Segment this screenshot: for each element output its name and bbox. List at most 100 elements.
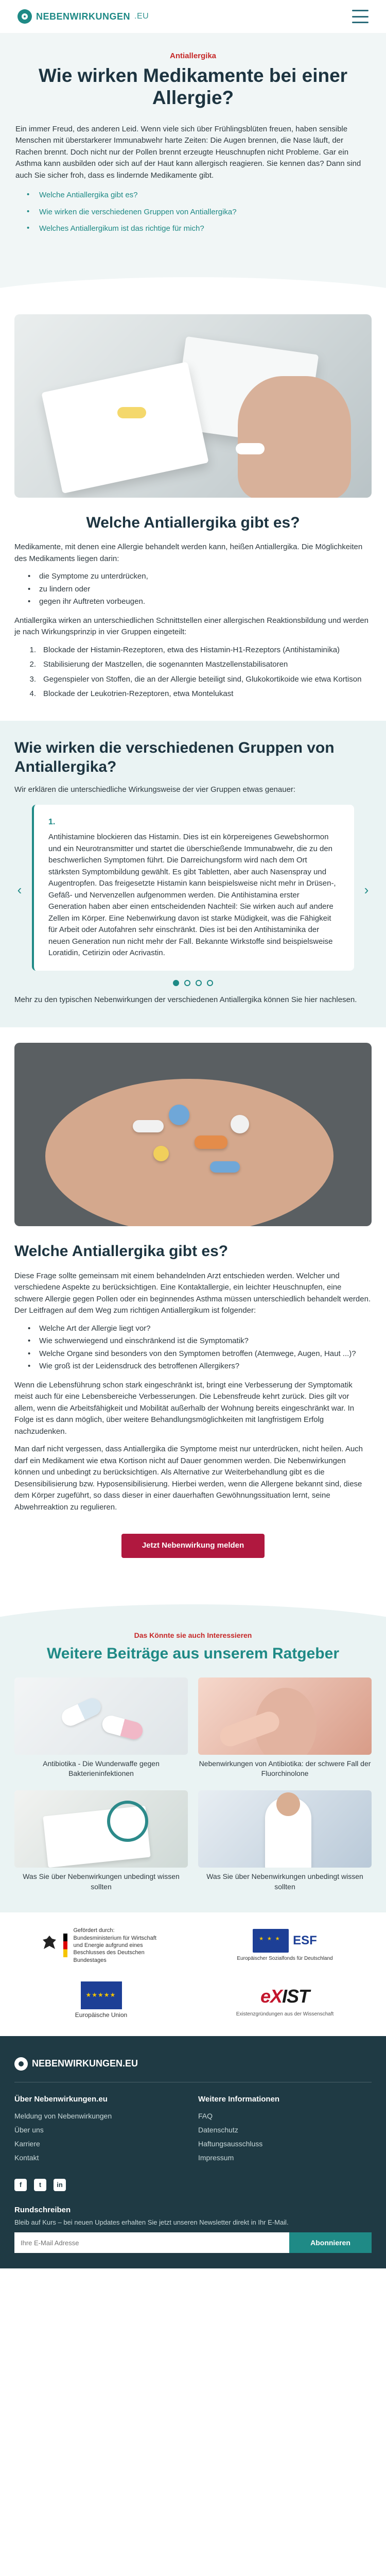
list-item: Welche Organe sind besonders von den Sym… <box>26 1348 372 1360</box>
carousel-dot[interactable] <box>207 979 213 986</box>
bullet-list: Welche Art der Allergie liegt vor? Wie s… <box>26 1323 372 1372</box>
paragraph: Antiallergika wirken an unterschiedliche… <box>14 616 369 637</box>
eu-flag-icon <box>253 1928 289 1953</box>
carousel-dot[interactable] <box>173 979 179 986</box>
footer-logo[interactable]: NEBENWIRKUNGEN.EU <box>14 2057 372 2071</box>
numbered-list: 1. Blockade der Histamin-Rezeptoren, etwa… <box>26 645 372 700</box>
footer-link[interactable]: Impressum <box>198 2153 372 2163</box>
list-item: Wie schwerwiegend und einschränkend ist … <box>26 1335 372 1347</box>
exist-logo: eXIST Existenzgründungen aus der Wissens… <box>198 1979 372 2021</box>
paragraph: Wenn die Lebensführung schon stark einge… <box>14 1380 355 1436</box>
footer-column-info: Weitere Informationen FAQ Datenschutz Ha… <box>198 2094 372 2166</box>
paragraph: Medikamente, mit denen eine Allergie beh… <box>14 543 363 563</box>
paragraph: Diese Frage sollte gemeinsam mit einem b… <box>14 1271 371 1315</box>
footer-link[interactable]: Über uns <box>14 2125 188 2136</box>
hero-eyebrow: Antiallergika <box>169 52 217 60</box>
list-item: die Symptome zu unterdrücken, <box>26 571 372 583</box>
newsletter: Rundschreiben Bleib auf Kurs – bei neuen… <box>14 2205 372 2253</box>
bullet-list: die Symptome zu unterdrücken, zu lindern… <box>26 571 372 608</box>
facebook-icon[interactable]: f <box>14 2178 27 2191</box>
german-flag-icon <box>63 1934 67 1958</box>
list-item: 4. Blockade der Leukotrien-Rezeptoren, et… <box>29 689 234 699</box>
footer-column-about: Über Nebenwirkungen.eu Meldung von Neben… <box>14 2094 188 2166</box>
related-eyebrow: Das Könnte sie auch Interessieren <box>134 1631 252 1639</box>
footer-link[interactable]: Kontakt <box>14 2153 188 2163</box>
eu-logo: Europäische Union <box>14 1979 188 2021</box>
logo-domain: .EU <box>134 12 149 21</box>
card-number: 1. <box>48 818 56 827</box>
cta-wrapper: Jetzt Nebenwirkung melden <box>14 1534 372 1558</box>
footer-column-title: Weitere Informationen <box>198 2095 280 2104</box>
paragraph: Man darf nicht vergessen, dass Antialler… <box>14 1445 363 1512</box>
eu-flag-icon <box>80 1981 122 2009</box>
section-heading: Welche Antiallergika gibt es? <box>14 1243 229 1260</box>
toc-item[interactable]: Welche Antiallergika gibt es? <box>21 189 371 201</box>
chevron-right-icon[interactable]: › <box>361 882 372 897</box>
site-footer: NEBENWIRKUNGEN.EU Über Nebenwirkungen.eu… <box>0 2036 386 2269</box>
toc-item[interactable]: Welches Antiallergikum ist das richtige … <box>21 223 371 235</box>
list-item: Wie groß ist der Leidensdruck des betrof… <box>26 1361 372 1372</box>
article-thumbnail <box>14 1790 188 1868</box>
footer-link[interactable]: Datenschutz <box>198 2125 372 2136</box>
page-title: Wie wirken Medikamente bei einer Allergi… <box>38 64 348 109</box>
footer-link[interactable]: Karriere <box>14 2139 188 2149</box>
footer-link[interactable]: Meldung von Nebenwirkungen <box>14 2111 188 2122</box>
article-title: Antibiotika - Die Wunderwaffe gegen Bakt… <box>43 1759 160 1778</box>
list-item: 3. Gegenspieler von Stoffen, die an der A… <box>29 674 362 684</box>
esf-label: ESF <box>293 1933 317 1947</box>
subscribe-button[interactable]: Abonnieren <box>289 2232 372 2253</box>
related-article-card[interactable]: Was Sie über Nebenwirkungen unbedingt wi… <box>198 1790 372 1892</box>
footer-link[interactable]: FAQ <box>198 2111 372 2122</box>
wave-divider <box>0 262 386 294</box>
related-articles: Das Könnte sie auch Interessieren Weiter… <box>0 1624 386 1913</box>
carousel-card: 1. Antihistamine blockieren das Histamin… <box>32 805 354 971</box>
carousel-dot[interactable] <box>184 979 190 986</box>
logo-text: NEBENWIRKUNGEN <box>36 11 131 22</box>
newsletter-form: Abonnieren <box>14 2232 372 2253</box>
article-thumbnail <box>198 1677 372 1755</box>
esf-logo: ESF Europäischer Sozialfonds für Deutsch… <box>198 1925 372 1966</box>
footer-link[interactable]: Haftungsausschluss <box>198 2139 372 2149</box>
eagle-icon <box>42 1934 57 1957</box>
bmwi-text: Gefördert durch: Bundesministerium für W… <box>73 1927 156 1963</box>
paragraph: Mehr zu den typischen Nebenwirkungen der… <box>14 995 357 1004</box>
site-logo[interactable]: NEBENWIRKUNGEN .EU <box>17 9 149 24</box>
exist-label: eXIST <box>260 1986 310 2007</box>
carousel-dots <box>14 979 372 986</box>
menu-hamburger-icon[interactable] <box>352 10 369 23</box>
footer-columns: Über Nebenwirkungen.eu Meldung von Neben… <box>14 2094 372 2166</box>
article-title: Was Sie über Nebenwirkungen unbedingt wi… <box>23 1872 180 1891</box>
report-side-effect-button[interactable]: Jetzt Nebenwirkung melden <box>121 1534 265 1558</box>
toc-item[interactable]: Wie wirken die verschiedenen Gruppen von… <box>21 206 371 218</box>
paragraph: Wir erklären die unterschiedliche Wirkun… <box>14 785 296 794</box>
eu-text: Europäische Union <box>75 2011 128 2019</box>
carousel-dot[interactable] <box>196 979 202 986</box>
related-article-card[interactable]: Was Sie über Nebenwirkungen unbedingt wi… <box>14 1790 188 1892</box>
section-wirkungsweise: Wie wirken die verschiedenen Gruppen von… <box>0 720 386 1028</box>
hero-section: Antiallergika Wie wirken Medikamente bei… <box>0 33 386 263</box>
related-article-card[interactable]: Antibiotika - Die Wunderwaffe gegen Bakt… <box>14 1677 188 1779</box>
chevron-left-icon[interactable]: ‹ <box>14 882 25 897</box>
table-of-contents: Welche Antiallergika gibt es? Wie wirken… <box>21 189 371 235</box>
footer-column-title: Über Nebenwirkungen.eu <box>14 2095 108 2104</box>
newsletter-title: Rundschreiben <box>14 2205 71 2214</box>
list-item: Welche Art der Allergie liegt vor? <box>26 1323 372 1335</box>
list-item: zu lindern oder <box>26 584 372 596</box>
list-item: 2. Stabilisierung der Mastzellen, die sog… <box>29 660 288 669</box>
list-item: gegen ihr Auftreten vorbeugen. <box>26 596 372 608</box>
site-header: NEBENWIRKUNGEN .EU <box>0 0 386 33</box>
pills-in-hand-photo <box>14 1043 372 1227</box>
related-article-card[interactable]: Nebenwirkungen von Antibiotika: der schw… <box>198 1677 372 1779</box>
section-antiallergika-types: Welche Antiallergika gibt es? Medikament… <box>0 294 386 721</box>
twitter-icon[interactable]: t <box>34 2178 46 2191</box>
article-title: Nebenwirkungen von Antibiotika: der schw… <box>199 1759 371 1778</box>
exist-text: Existenzgründungen aus der Wissenschaft <box>236 2011 334 2018</box>
linkedin-icon[interactable]: in <box>54 2178 66 2191</box>
wave-divider <box>0 1588 386 1625</box>
card-text: Antihistamine blockieren das Histamin. D… <box>48 833 336 958</box>
esf-text: Europäischer Sozialfonds für Deutschland <box>237 1955 333 1961</box>
newsletter-email-input[interactable] <box>14 2232 289 2253</box>
article-title: Was Sie über Nebenwirkungen unbedingt wi… <box>206 1872 363 1891</box>
section-right-antiallergikum: Welche Antiallergika gibt es? Diese Frag… <box>0 1027 386 1589</box>
pills-photo <box>14 314 372 498</box>
